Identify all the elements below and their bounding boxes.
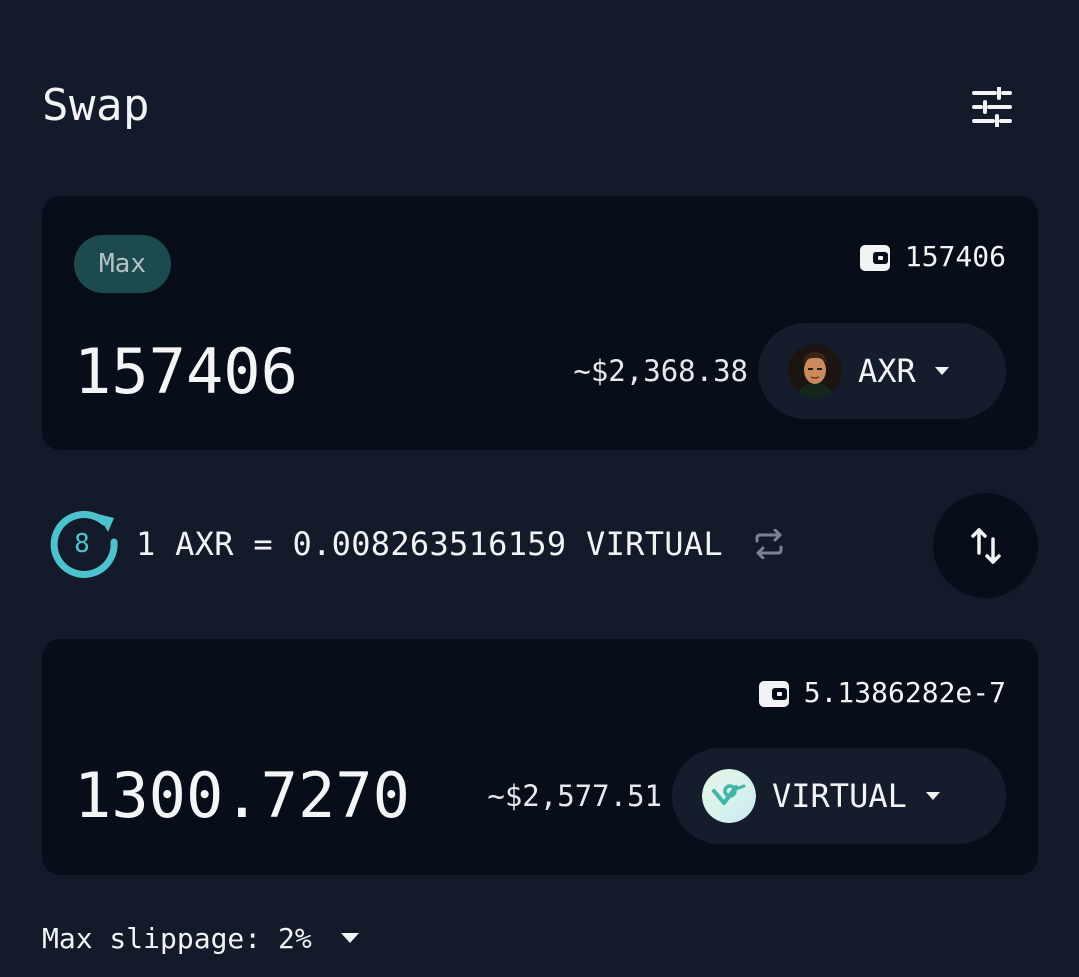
flip-tokens-button[interactable] (933, 493, 1038, 598)
wallet-icon (859, 244, 890, 271)
settings-button[interactable] (962, 82, 1022, 132)
chevron-down-icon (934, 366, 950, 376)
from-balance: 157406 (859, 240, 1006, 273)
swap-arrows-icon[interactable] (753, 529, 785, 559)
refresh-timer[interactable]: 8 (48, 508, 120, 580)
max-slippage-label: Max slippage: 2% (42, 921, 312, 955)
exchange-rate-text: 1 AXR = 0.008263516159 VIRTUAL (136, 525, 723, 563)
up-down-arrows-icon (970, 527, 1001, 564)
to-token-symbol: VIRTUAL (772, 777, 907, 815)
virtual-logo-icon (702, 769, 756, 823)
to-token-selector[interactable]: VIRTUAL (672, 748, 1006, 844)
to-amount-output: 1300.7270 (74, 759, 410, 832)
max-button[interactable]: Max (74, 235, 171, 293)
max-slippage-selector[interactable]: Max slippage: 2% (42, 918, 360, 958)
from-usd-value: ~$2,368.38 (573, 354, 748, 388)
from-token-symbol: AXR (858, 352, 916, 390)
axr-avatar-icon (788, 344, 842, 398)
from-balance-value: 157406 (904, 240, 1006, 273)
chevron-down-icon (925, 791, 941, 801)
exchange-rate-row: 8 1 AXR = 0.008263516159 VIRTUAL (48, 508, 785, 580)
from-amount-input[interactable]: 157406 (74, 336, 298, 408)
to-balance-value: 5.1386282e-7 (803, 676, 1006, 709)
to-balance: 5.1386282e-7 (758, 676, 1006, 709)
sliders-icon (972, 87, 1012, 127)
wallet-icon (758, 680, 789, 707)
from-panel: Max 157406 157406 ~$2,368.38 AXR (42, 196, 1038, 450)
page-title: Swap (42, 80, 150, 131)
to-panel: 5.1386282e-7 1300.7270 ~$2,577.51 VIRTUA… (42, 639, 1038, 875)
to-usd-value: ~$2,577.51 (487, 779, 662, 813)
chevron-down-icon (340, 932, 360, 944)
from-token-selector[interactable]: AXR (758, 323, 1006, 419)
refresh-countdown: 8 (74, 529, 90, 559)
swap-widget: Swap Max 157406 157406 ~$2,368.38 AXR 8 … (0, 0, 1079, 977)
